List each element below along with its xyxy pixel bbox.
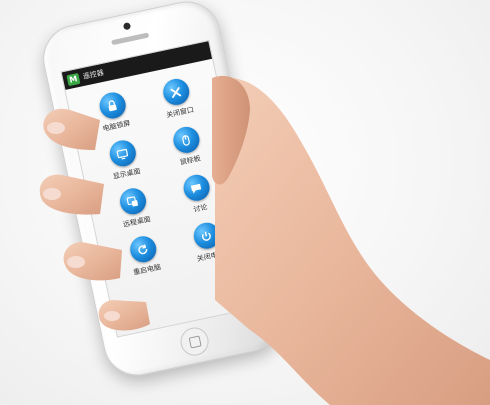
menu-item-close-window[interactable]: 关闭窗口 (141, 73, 213, 125)
earpiece-speaker (111, 32, 150, 46)
menu-item-label: 显示桌面 (112, 167, 142, 181)
close-window-icon (160, 76, 192, 108)
menu-item-show-desktop[interactable]: 显示桌面 (88, 134, 160, 186)
front-camera (122, 22, 132, 31)
power-icon (190, 220, 222, 252)
remote-desktop-icon (117, 185, 148, 217)
menu-item-remote-desktop[interactable]: 远程桌面 (98, 182, 170, 234)
home-square-icon (188, 335, 202, 349)
lock-icon (96, 90, 128, 121)
app-logo-icon: M (66, 72, 81, 86)
menu-item-label: 重启电脑 (132, 263, 162, 277)
menu-item-discussion[interactable]: 讨论 (162, 168, 234, 220)
menu-item-label: 电脑锁屏 (102, 119, 132, 133)
menu-item-shutdown[interactable]: 关闭电脑 (172, 216, 244, 268)
discussion-icon (180, 172, 212, 204)
menu-item-mouse-pad[interactable]: 鼠标板 (151, 120, 223, 172)
menu-item-label: 关闭窗口 (165, 105, 195, 120)
app-title: 遥控器 (82, 68, 105, 81)
menu-item-lock-screen[interactable]: 电脑锁屏 (78, 86, 150, 138)
phone: M 遥控器 电脑锁屏 关闭窗口 显示桌面 鼠标板 远程桌面 讨论 重启电脑 关闭… (36, 0, 288, 382)
mouse-pad-icon (170, 124, 202, 156)
restart-icon (127, 233, 159, 265)
menu-item-label: 讨论 (192, 203, 209, 214)
photo-scene: M 遥控器 电脑锁屏 关闭窗口 显示桌面 鼠标板 远程桌面 讨论 重启电脑 关闭… (0, 0, 490, 405)
phone-screen: M 遥控器 电脑锁屏 关闭窗口 显示桌面 鼠标板 远程桌面 讨论 重启电脑 关闭… (60, 39, 266, 338)
menu-item-label: 远程桌面 (122, 215, 152, 229)
menu-item-label: 鼠标板 (179, 154, 202, 167)
function-grid: 电脑锁屏 关闭窗口 显示桌面 鼠标板 远程桌面 讨论 重启电脑 关闭电脑 (65, 59, 253, 284)
menu-item-restart[interactable]: 重启电脑 (108, 230, 180, 282)
desktop-icon (106, 138, 138, 169)
home-button[interactable] (177, 324, 212, 359)
menu-item-label: 关闭电脑 (196, 249, 226, 264)
